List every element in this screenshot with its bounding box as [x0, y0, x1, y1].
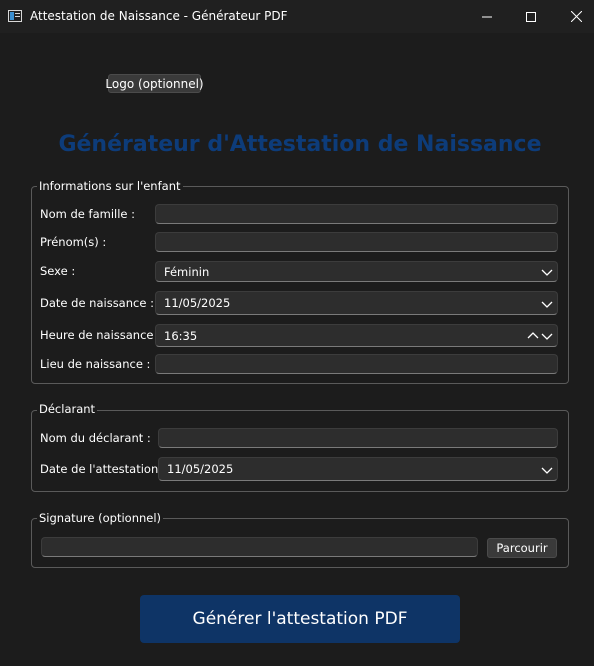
first-names-label: Prénom(s) :: [40, 235, 107, 249]
attestation-date-value: 11/05/2025: [167, 462, 234, 476]
chevron-down-icon: [541, 467, 553, 474]
close-icon: [570, 11, 582, 22]
logo-button[interactable]: Logo (optionnel): [105, 74, 204, 93]
page-title: Générateur d'Attestation de Naissance: [58, 132, 542, 157]
attestation-date-picker[interactable]: 11/05/2025: [158, 457, 558, 481]
signature-group-title: Signature (optionnel): [37, 511, 164, 525]
generate-pdf-button[interactable]: Générer l'attestation PDF: [140, 595, 460, 643]
browse-button[interactable]: Parcourir: [487, 538, 557, 558]
first-names-input[interactable]: [155, 232, 558, 252]
birth-time-spinner[interactable]: 16:35: [155, 324, 558, 347]
birth-date-picker[interactable]: 11/05/2025: [155, 291, 558, 315]
chevron-down-icon[interactable]: [541, 331, 553, 341]
last-name-label: Nom de famille :: [40, 207, 136, 221]
declarant-name-label: Nom du déclarant :: [40, 431, 151, 445]
title-bar: Attestation de Naissance - Générateur PD…: [0, 0, 594, 33]
chevron-down-icon: [541, 269, 553, 276]
sex-select[interactable]: Féminin: [155, 261, 558, 282]
maximize-icon: [526, 11, 536, 22]
signature-path-input[interactable]: [41, 537, 478, 557]
minimize-icon: [482, 16, 492, 17]
sex-label: Sexe :: [40, 264, 76, 278]
last-name-input[interactable]: [155, 204, 558, 224]
birth-time-label: Heure de naissance :: [40, 328, 162, 342]
sex-value: Féminin: [164, 264, 210, 279]
close-button[interactable]: [553, 0, 594, 33]
window-title: Attestation de Naissance - Générateur PD…: [30, 9, 288, 23]
birth-time-value: 16:35: [164, 328, 198, 343]
birth-date-value: 11/05/2025: [164, 296, 231, 310]
declarant-name-input[interactable]: [158, 428, 558, 448]
app-icon: [8, 10, 22, 22]
chevron-up-icon[interactable]: [527, 331, 539, 341]
birth-place-label: Lieu de naissance :: [40, 357, 151, 371]
chevron-down-icon: [541, 301, 553, 308]
maximize-button[interactable]: [508, 0, 554, 33]
attestation-date-label: Date de l'attestation :: [40, 462, 166, 476]
minimize-button[interactable]: [464, 0, 510, 33]
declarant-group-title: Déclarant: [37, 402, 98, 416]
birth-place-input[interactable]: [155, 354, 558, 374]
birth-date-label: Date de naissance :: [40, 296, 154, 310]
child-info-group-title: Informations sur l'enfant: [37, 179, 183, 193]
